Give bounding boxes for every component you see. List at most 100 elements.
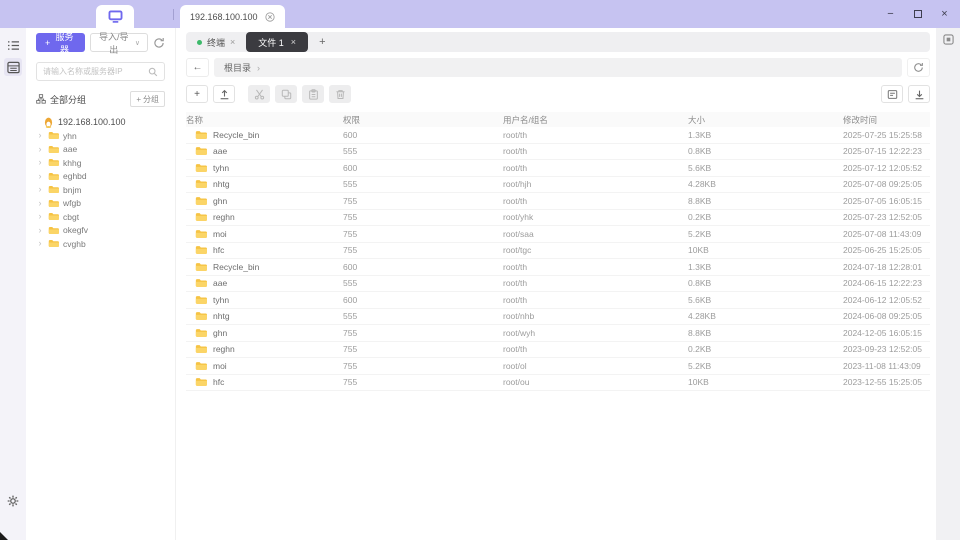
size-cell: 0.8KB [688, 146, 843, 156]
folder-icon [195, 163, 207, 173]
tab-close-icon[interactable]: × [230, 37, 235, 47]
home-tab[interactable] [96, 5, 134, 28]
server-manager-button[interactable] [4, 58, 22, 76]
permission-cell: 755 [343, 212, 503, 222]
permission-cell: 555 [343, 311, 503, 321]
server-search-box [36, 62, 165, 81]
table-row[interactable]: tyhn 600 root/th 5.6KB 2024-06-12 12:05:… [186, 292, 930, 309]
permission-cell: 600 [343, 295, 503, 305]
settings-button[interactable] [4, 492, 22, 510]
expander-icon[interactable]: › [36, 226, 44, 235]
sidebar-refresh-button[interactable] [153, 37, 165, 49]
size-cell: 5.6KB [688, 163, 843, 173]
file-name: aae [213, 278, 227, 288]
window-resize-corner[interactable] [0, 532, 8, 540]
expander-icon[interactable]: › [36, 239, 44, 248]
tree-folder-item[interactable]: › khhg [36, 156, 165, 170]
breadcrumb[interactable]: 根目录 › [214, 58, 902, 77]
table-row[interactable]: moi 755 root/ol 5.2KB 2023-11-08 11:43:0… [186, 358, 930, 375]
table-row[interactable]: aae 555 root/th 0.8KB 2024-06-15 12:22:2… [186, 276, 930, 293]
column-header[interactable]: 大小 [688, 114, 843, 126]
add-group-button[interactable]: + 分组 [130, 91, 165, 107]
table-row[interactable]: moi 755 root/saa 5.2KB 2025-07-08 11:43:… [186, 226, 930, 243]
titlebar: 192.168.100.100 − × [0, 0, 960, 28]
owner-cell: root/ol [503, 361, 688, 371]
owner-cell: root/ou [503, 377, 688, 387]
cut-button [248, 85, 270, 103]
table-row[interactable]: Recycle_bin 600 root/th 1.3KB 2025-07-25… [186, 127, 930, 144]
tree-folder-item[interactable]: › eghbd [36, 170, 165, 184]
paste-button [302, 85, 324, 103]
size-cell: 0.2KB [688, 344, 843, 354]
expander-icon[interactable]: › [36, 185, 44, 194]
tab-file[interactable]: 文件 1 × [246, 32, 308, 52]
maximize-icon [914, 10, 922, 18]
size-cell: 5.6KB [688, 295, 843, 305]
tree-host-item[interactable]: 192.168.100.100 [36, 115, 165, 129]
breadcrumb-root-label[interactable]: 根目录 [224, 61, 251, 74]
server-search-input[interactable] [43, 67, 144, 76]
folder-icon [195, 361, 207, 371]
table-row[interactable]: aae 555 root/th 0.8KB 2025-07-15 12:22:2… [186, 144, 930, 161]
table-row[interactable]: hfc 755 root/tgc 10KB 2025-06-25 15:25:0… [186, 243, 930, 260]
tab-close-icon[interactable]: × [291, 37, 296, 47]
expander-icon[interactable]: › [36, 158, 44, 167]
upload-button[interactable] [213, 85, 235, 103]
tree-folder-item[interactable]: › bnjm [36, 183, 165, 197]
column-header[interactable]: 名称 [186, 114, 343, 126]
expander-icon[interactable]: › [36, 172, 44, 181]
file-name: tyhn [213, 295, 229, 305]
tab-terminal[interactable]: 终端 × [186, 32, 246, 52]
session-list-button[interactable] [4, 36, 22, 54]
new-tab-button[interactable]: + [308, 36, 336, 48]
back-button[interactable]: ← [186, 58, 209, 77]
close-button[interactable]: × [931, 0, 958, 28]
owner-cell: root/th [503, 262, 688, 272]
tree-folder-item[interactable]: › cbgt [36, 210, 165, 224]
expander-icon[interactable]: › [36, 145, 44, 154]
plus-icon: + [194, 89, 200, 100]
table-row[interactable]: reghn 755 root/yhk 0.2KB 2025-07-23 12:5… [186, 210, 930, 227]
tree-folder-item[interactable]: › aae [36, 143, 165, 157]
side-panel-icon[interactable] [943, 34, 954, 540]
tree-folder-item[interactable]: › yhn [36, 129, 165, 143]
view-detail-button[interactable] [881, 85, 903, 103]
add-group-label: 分组 [143, 94, 159, 105]
refresh-directory-button[interactable] [907, 58, 930, 77]
tree-folder-label: bnjm [63, 185, 81, 195]
column-header[interactable]: 权限 [343, 114, 503, 126]
permission-cell: 755 [343, 361, 503, 371]
add-server-button[interactable]: + 服务器 [36, 33, 85, 52]
table-row[interactable]: nhtg 555 root/hjh 4.28KB 2025-07-08 09:2… [186, 177, 930, 194]
file-name-cell: tyhn [186, 163, 343, 173]
table-row[interactable]: ghn 755 root/th 8.8KB 2025-07-05 16:05:1… [186, 193, 930, 210]
new-item-button[interactable]: + [186, 85, 208, 103]
download-button[interactable] [908, 85, 930, 103]
expander-icon[interactable]: › [36, 199, 44, 208]
table-row[interactable]: ghn 755 root/wyh 8.8KB 2024-12-05 16:05:… [186, 325, 930, 342]
column-header[interactable]: 修改时间 [843, 114, 930, 126]
table-row[interactable]: tyhn 600 root/th 5.6KB 2025-07-12 12:05:… [186, 160, 930, 177]
file-name: reghn [213, 344, 235, 354]
maximize-button[interactable] [904, 0, 931, 28]
table-row[interactable]: Recycle_bin 600 root/th 1.3KB 2024-07-18… [186, 259, 930, 276]
tree-folder-item[interactable]: › wfgb [36, 197, 165, 211]
column-header[interactable]: 用户名/组名 [503, 114, 688, 126]
table-row[interactable]: nhtg 555 root/nhb 4.28KB 2024-06-08 09:2… [186, 309, 930, 326]
permission-cell: 555 [343, 278, 503, 288]
import-export-button[interactable]: 导入/导出 ∨ [90, 33, 148, 52]
expander-icon[interactable]: › [36, 131, 44, 140]
session-tab-close-icon[interactable] [265, 12, 275, 22]
group-header-row: 全部分组 + 分组 [36, 91, 165, 107]
tree-folder-list: › yhn › aae [36, 129, 165, 251]
mtime-cell: 2024-12-05 16:05:15 [843, 328, 930, 338]
session-tab[interactable]: 192.168.100.100 [180, 5, 285, 28]
tree-folder-item[interactable]: › cvghb [36, 237, 165, 251]
minimize-button[interactable]: − [877, 0, 904, 28]
table-row[interactable]: reghn 755 root/th 0.2KB 2023-09-23 12:52… [186, 342, 930, 359]
expander-icon[interactable]: › [36, 212, 44, 221]
file-name: hfc [213, 245, 224, 255]
size-cell: 4.28KB [688, 179, 843, 189]
table-row[interactable]: hfc 755 root/ou 10KB 2023-12-55 15:25:05 [186, 375, 930, 392]
tree-folder-item[interactable]: › okegfv [36, 224, 165, 238]
